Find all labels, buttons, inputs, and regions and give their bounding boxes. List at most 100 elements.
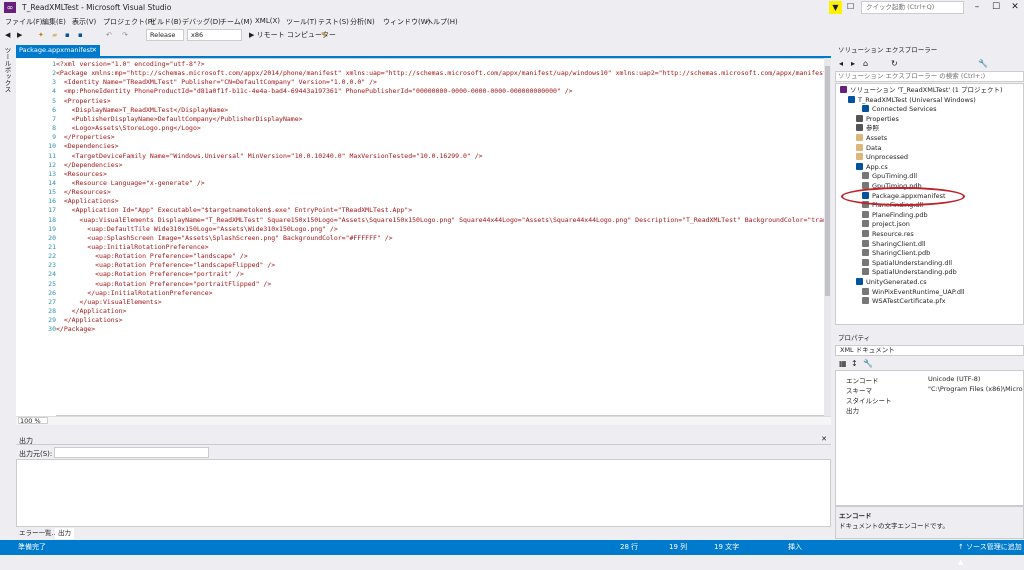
- line-number: 22: [48, 252, 56, 261]
- save-all-icon[interactable]: ▪: [78, 29, 83, 41]
- tab-output[interactable]: 出力: [55, 528, 74, 539]
- tab-close-icon[interactable]: ✕: [92, 45, 97, 56]
- tree-item[interactable]: Data: [856, 143, 882, 153]
- back-icon[interactable]: ◂: [839, 59, 843, 68]
- menu-window[interactable]: ウィンドウ(W): [383, 17, 430, 27]
- menu-build[interactable]: ビルド(B): [150, 17, 181, 27]
- categorized-icon[interactable]: ▦: [839, 359, 847, 368]
- tree-item[interactable]: SharingClient.dll: [862, 239, 926, 249]
- tree-item[interactable]: Properties: [856, 114, 899, 124]
- tree-item[interactable]: PlaneFinding.pdb: [862, 210, 928, 220]
- code-line: <Resources>: [56, 169, 107, 178]
- solution-explorer-search-input[interactable]: ソリューション エクスプローラー の検索 (Ctrl+;): [835, 71, 1024, 82]
- redo-icon[interactable]: ↷: [122, 29, 128, 41]
- line-number: 13: [48, 169, 56, 178]
- wrench-icon[interactable]: 🔧: [863, 359, 873, 368]
- menu-tools[interactable]: ツール(T): [286, 17, 317, 27]
- code-line: <TargetDeviceFamily Name="Windows.Univer…: [56, 151, 483, 160]
- save-icon[interactable]: ▪: [65, 29, 70, 41]
- menu-analyze[interactable]: 分析(N): [350, 17, 375, 27]
- tree-item[interactable]: T_ReadXMLTest (Universal Windows): [848, 95, 976, 105]
- tree-item[interactable]: Connected Services: [862, 105, 936, 114]
- output-source-select[interactable]: [54, 447, 209, 458]
- property-value[interactable]: "C:\Program Files (x86)\Microso: [928, 385, 1023, 393]
- alphabetical-icon[interactable]: ↕: [851, 359, 858, 368]
- menu-help[interactable]: ヘルプ(H): [426, 17, 458, 27]
- line-number: 25: [48, 279, 56, 288]
- back-icon[interactable]: ◀: [5, 29, 10, 41]
- close-button[interactable]: ✕: [1006, 0, 1024, 15]
- tree-item[interactable]: Assets: [856, 134, 887, 143]
- tab-package-appxmanifest[interactable]: Package.appxmanifest ✕: [16, 45, 100, 56]
- editor-horizontal-scrollbar[interactable]: [16, 416, 831, 425]
- tree-item[interactable]: SharingClient.pdb: [862, 249, 930, 258]
- tree-item-label: App.cs: [866, 162, 888, 171]
- menu-file[interactable]: ファイル(F): [5, 17, 43, 27]
- file-icon: [856, 162, 863, 170]
- output-text-area[interactable]: [16, 459, 831, 527]
- tree-item-label: WinPixEventRuntime_UAP.dll: [872, 287, 965, 296]
- tree-item[interactable]: App.cs: [856, 162, 888, 172]
- line-number: 18: [48, 215, 56, 224]
- menu-team[interactable]: チーム(M): [220, 17, 252, 27]
- refresh-icon[interactable]: ↻: [891, 59, 898, 68]
- property-name: エンコード: [846, 377, 879, 385]
- notification-filter-icon[interactable]: ▼: [829, 1, 842, 14]
- line-number: 21: [48, 243, 56, 251]
- solution-explorer-title: ソリューション エクスプローラー: [838, 46, 938, 54]
- zoom-select[interactable]: 100 %: [18, 417, 48, 424]
- code-line: <DisplayName>T_ReadXMLTest</DisplayName>: [56, 105, 229, 114]
- line-number: 27: [48, 297, 56, 306]
- undo-icon[interactable]: ↶: [106, 29, 112, 41]
- menu-project[interactable]: プロジェクト(P): [103, 17, 155, 27]
- tree-item[interactable]: SpatialUnderstanding.dll: [862, 258, 952, 268]
- tree-item[interactable]: 参照: [856, 124, 879, 133]
- tab-error-list[interactable]: エラー一覧...: [16, 528, 61, 539]
- properties-icon[interactable]: 🔧: [978, 59, 988, 68]
- toolbox-tab[interactable]: ツールボックス: [0, 45, 12, 145]
- output-close-icon[interactable]: ✕: [821, 435, 827, 443]
- tree-item[interactable]: WinPixEventRuntime_UAP.dll: [862, 287, 965, 297]
- tree-item[interactable]: ソリューション 'T_ReadXMLTest' (1 プロジェクト): [840, 86, 1003, 95]
- open-folder-icon[interactable]: ▰: [52, 29, 57, 41]
- source-control-button[interactable]: ↑ ソース管理に追加 ▲: [958, 540, 1024, 570]
- code-line: <uap:SplashScreen Image="Assets\SplashSc…: [56, 233, 393, 242]
- new-project-icon[interactable]: ✦: [38, 29, 44, 41]
- platform-select[interactable]: x86: [187, 29, 242, 41]
- menu-debug[interactable]: デバッグ(D): [182, 17, 221, 27]
- menu-view[interactable]: 表示(V): [72, 17, 96, 27]
- property-name: スキーマ: [846, 387, 872, 395]
- line-number: 1: [52, 60, 56, 68]
- forward-icon[interactable]: ▸: [851, 59, 855, 68]
- menu-test[interactable]: テスト(S): [318, 17, 349, 27]
- property-description-title: エンコード: [839, 512, 872, 520]
- quick-launch-input[interactable]: クイック起動 (Ctrl+Q): [861, 1, 964, 14]
- window-controls: – ☐ ✕: [968, 0, 1024, 15]
- toolbar-extra-icon[interactable]: ✎: [321, 29, 327, 41]
- forward-icon[interactable]: ▶: [17, 29, 22, 41]
- tree-item[interactable]: WSATestCertificate.pfx: [862, 297, 946, 306]
- code-area[interactable]: <?xml version="1.0" encoding="utf-8"?> <P…: [56, 58, 824, 416]
- file-icon: [856, 134, 863, 141]
- properties-object-select[interactable]: XML ドキュメント: [835, 345, 1024, 356]
- code-line: <uap:Rotation Preference="landscape" />: [56, 252, 248, 261]
- tree-item[interactable]: SpatialUnderstanding.pdb: [862, 268, 957, 277]
- home-icon[interactable]: ⌂: [863, 59, 868, 68]
- minimize-button[interactable]: –: [968, 0, 986, 15]
- line-number: 8: [52, 124, 56, 133]
- editor-vertical-scrollbar[interactable]: [824, 58, 831, 416]
- property-description-text: ドキュメントの文字エンコードです。: [839, 522, 949, 530]
- property-value[interactable]: Unicode (UTF-8): [928, 375, 1023, 383]
- feedback-icon[interactable]: ☐: [847, 2, 854, 11]
- maximize-button[interactable]: ☐: [987, 0, 1005, 15]
- scrollbar-thumb[interactable]: [825, 66, 830, 296]
- red-ellipse-annotation: [841, 187, 965, 206]
- tree-item[interactable]: Unprocessed: [856, 153, 908, 162]
- menu-xml[interactable]: XML(X): [255, 17, 280, 25]
- tree-item[interactable]: Resource.res: [862, 230, 914, 239]
- menu-edit[interactable]: 編集(E): [42, 17, 66, 27]
- tree-item[interactable]: UnityGenerated.cs: [856, 278, 927, 287]
- configuration-select[interactable]: Release: [146, 29, 184, 41]
- tree-item[interactable]: GpuTiming.dll: [862, 172, 917, 181]
- tree-item[interactable]: project.json: [862, 220, 910, 229]
